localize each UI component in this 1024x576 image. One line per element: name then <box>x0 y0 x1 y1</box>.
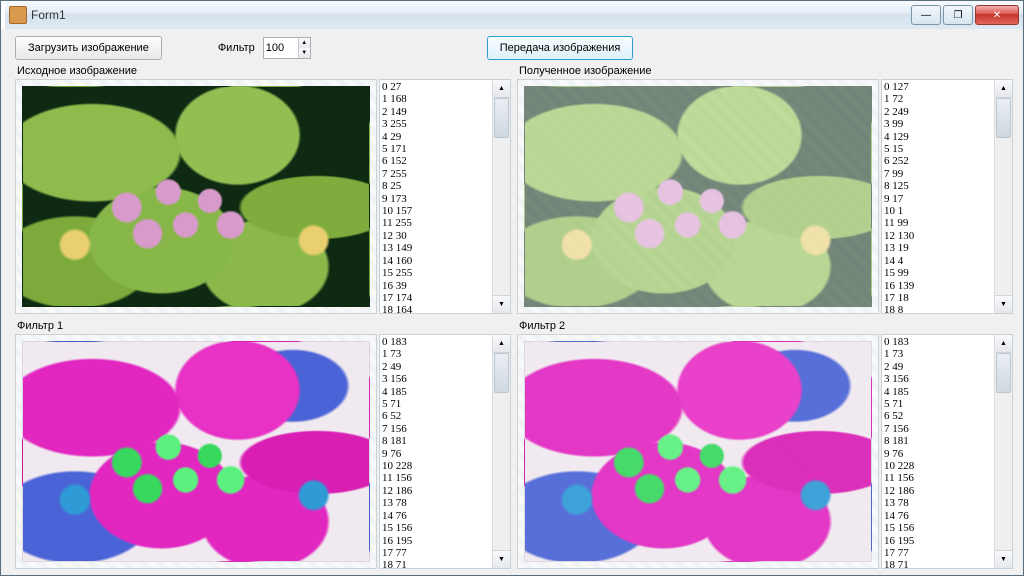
window-title: Form1 <box>31 8 909 22</box>
filter2-scrollbar[interactable]: ▲ ▼ <box>994 335 1012 568</box>
spinner-up-icon[interactable]: ▲ <box>299 38 310 48</box>
source-image <box>15 79 377 314</box>
spinner-arrows: ▲ ▼ <box>298 38 310 58</box>
received-list-items: 0 127 1 72 2 249 3 99 4 129 5 15 6 252 7… <box>882 80 994 313</box>
filter1-list-items: 0 183 1 73 2 49 3 156 4 185 5 71 6 52 7 … <box>380 335 492 568</box>
filter-label: Фильтр <box>218 42 255 54</box>
source-list[interactable]: 0 27 1 168 2 149 3 255 4 29 5 171 6 152 … <box>379 79 511 314</box>
load-image-button[interactable]: Загрузить изображение <box>15 36 162 60</box>
filter2-image <box>517 334 879 569</box>
filter-input[interactable] <box>264 39 298 57</box>
scroll-up-icon[interactable]: ▲ <box>493 335 510 353</box>
scroll-thumb[interactable] <box>494 98 509 138</box>
panel-filter2-title: Фильтр 2 <box>519 320 1013 332</box>
received-scrollbar[interactable]: ▲ ▼ <box>994 80 1012 313</box>
toolbar: Загрузить изображение Фильтр ▲ ▼ Передач… <box>15 35 1013 61</box>
received-list[interactable]: 0 127 1 72 2 249 3 99 4 129 5 15 6 252 7… <box>881 79 1013 314</box>
filter2-list-items: 0 183 1 73 2 49 3 156 4 185 5 71 6 52 7 … <box>882 335 994 568</box>
scroll-down-icon[interactable]: ▼ <box>995 295 1012 313</box>
minimize-button[interactable]: — <box>911 5 941 25</box>
scroll-down-icon[interactable]: ▼ <box>995 550 1012 568</box>
spinner-down-icon[interactable]: ▼ <box>299 48 310 58</box>
panel-filter2: Фильтр 2 0 183 1 73 2 49 3 156 4 185 5 7… <box>517 320 1013 569</box>
filter-spinner[interactable]: ▲ ▼ <box>263 37 311 59</box>
panel-received: Полученное изображение 0 127 1 72 2 249 … <box>517 65 1013 314</box>
panel-received-title: Полученное изображение <box>519 65 1013 77</box>
send-image-button[interactable]: Передача изображения <box>487 36 634 60</box>
scroll-down-icon[interactable]: ▼ <box>493 295 510 313</box>
filter1-image <box>15 334 377 569</box>
filter2-list[interactable]: 0 183 1 73 2 49 3 156 4 185 5 71 6 52 7 … <box>881 334 1013 569</box>
panels-grid: Исходное изображение 0 27 1 168 2 149 3 … <box>15 65 1013 569</box>
window-buttons: — ❐ ✕ <box>909 5 1019 25</box>
maximize-button[interactable]: ❐ <box>943 5 973 25</box>
app-window: Form1 — ❐ ✕ Загрузить изображение Фильтр… <box>0 0 1024 576</box>
source-list-items: 0 27 1 168 2 149 3 255 4 29 5 171 6 152 … <box>380 80 492 313</box>
panel-source: Исходное изображение 0 27 1 168 2 149 3 … <box>15 65 511 314</box>
scroll-thumb[interactable] <box>996 353 1011 393</box>
filter1-scrollbar[interactable]: ▲ ▼ <box>492 335 510 568</box>
scroll-up-icon[interactable]: ▲ <box>995 335 1012 353</box>
scroll-up-icon[interactable]: ▲ <box>995 80 1012 98</box>
close-button[interactable]: ✕ <box>975 5 1019 25</box>
scroll-thumb[interactable] <box>996 98 1011 138</box>
app-icon <box>9 6 27 24</box>
client-area: Загрузить изображение Фильтр ▲ ▼ Передач… <box>1 29 1023 575</box>
scroll-up-icon[interactable]: ▲ <box>493 80 510 98</box>
titlebar[interactable]: Form1 — ❐ ✕ <box>1 1 1023 30</box>
filter1-list[interactable]: 0 183 1 73 2 49 3 156 4 185 5 71 6 52 7 … <box>379 334 511 569</box>
received-image <box>517 79 879 314</box>
scroll-down-icon[interactable]: ▼ <box>493 550 510 568</box>
source-scrollbar[interactable]: ▲ ▼ <box>492 80 510 313</box>
panel-source-title: Исходное изображение <box>17 65 511 77</box>
scroll-thumb[interactable] <box>494 353 509 393</box>
panel-filter1: Фильтр 1 0 183 1 73 2 49 3 156 4 185 5 7… <box>15 320 511 569</box>
panel-filter1-title: Фильтр 1 <box>17 320 511 332</box>
